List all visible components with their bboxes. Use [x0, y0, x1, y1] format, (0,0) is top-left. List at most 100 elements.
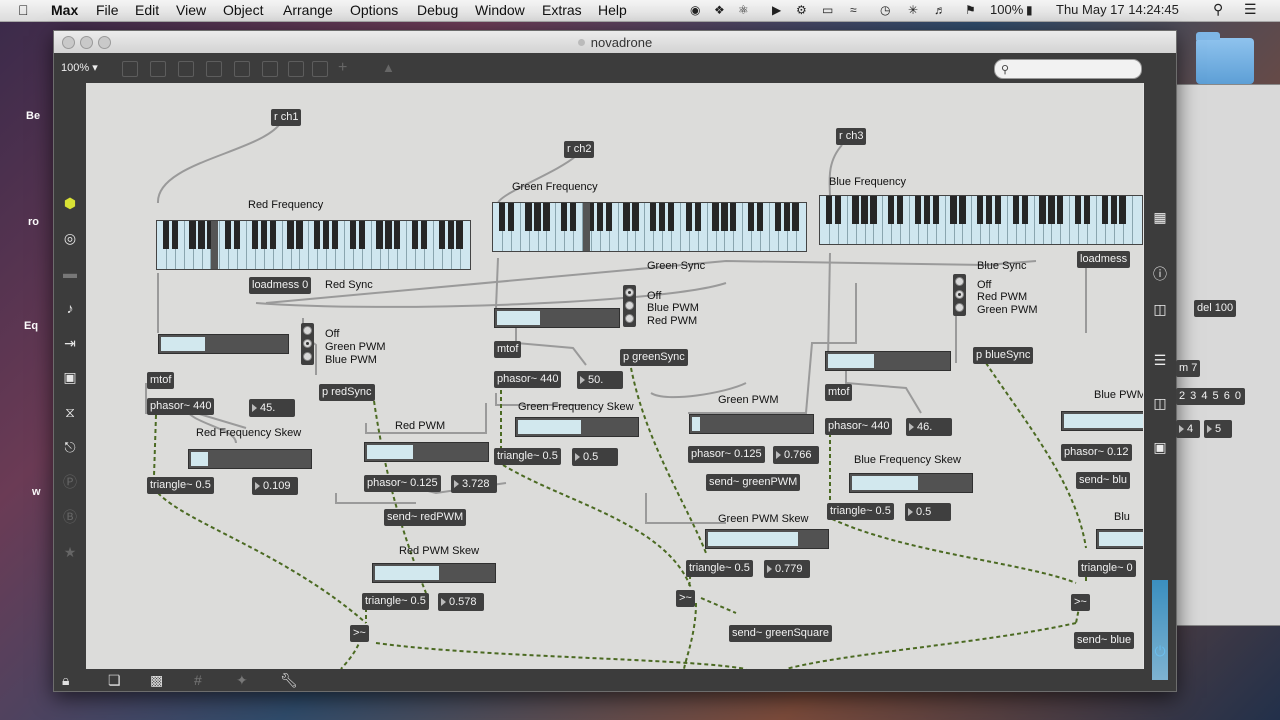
black-key[interactable]	[225, 221, 232, 249]
black-key[interactable]	[658, 203, 666, 231]
black-key[interactable]	[322, 221, 330, 249]
black-key[interactable]	[1101, 196, 1108, 224]
compare-blue[interactable]: >~	[1071, 594, 1090, 611]
black-key[interactable]	[747, 203, 755, 231]
green-frequency-slider[interactable]	[494, 308, 620, 328]
music-note-icon[interactable]: ♪	[62, 300, 78, 316]
camera-icon[interactable]: ▣	[1152, 439, 1168, 455]
black-key[interactable]	[1057, 196, 1064, 224]
black-key[interactable]	[162, 221, 169, 249]
wrench-icon[interactable]: 🔧︎	[280, 672, 298, 689]
black-key[interactable]	[543, 203, 550, 231]
black-key[interactable]	[914, 196, 921, 224]
menu-object[interactable]: Object	[223, 2, 263, 18]
phasor-green[interactable]: phasor~ 440	[494, 371, 562, 388]
wand-icon[interactable]: ✦	[236, 672, 248, 689]
number-blue-freq[interactable]: 46.	[906, 418, 952, 436]
black-key[interactable]	[959, 196, 966, 224]
black-key[interactable]	[376, 221, 383, 249]
send-redpwm[interactable]: send~ redPWM	[384, 509, 467, 526]
radio-option[interactable]	[625, 314, 634, 323]
toolbar-slider-icon[interactable]	[288, 61, 304, 77]
send-greenpwm[interactable]: send~ greenPWM	[706, 474, 801, 491]
black-key[interactable]	[411, 221, 419, 249]
compare-red[interactable]: >~	[350, 625, 369, 642]
black-key[interactable]	[712, 203, 719, 231]
black-key[interactable]	[861, 196, 868, 224]
blue-frequency-keyboard[interactable]	[819, 195, 1143, 245]
presentation-icon[interactable]: ❏	[108, 672, 121, 689]
number-green-pwm-skew[interactable]: 0.779	[764, 560, 810, 578]
triangle-green-pwm[interactable]: triangle~ 0.5	[686, 560, 753, 577]
background-window[interactable]	[1168, 84, 1280, 626]
time-machine-icon[interactable]: ◷	[880, 3, 890, 17]
black-key[interactable]	[1110, 196, 1117, 224]
black-key[interactable]	[1039, 196, 1046, 224]
bar-icon[interactable]: ▬	[62, 265, 78, 281]
black-key[interactable]	[534, 203, 541, 231]
sync-icon[interactable]: ⚛	[738, 3, 749, 17]
black-key[interactable]	[632, 203, 639, 231]
receive-ch1[interactable]: r ch1	[271, 109, 302, 126]
black-key[interactable]	[525, 203, 532, 231]
black-key[interactable]	[296, 221, 303, 249]
send-greensquare[interactable]: send~ greenSquare	[729, 625, 832, 642]
blue-frequency-skew-slider[interactable]	[849, 473, 973, 493]
black-key[interactable]	[650, 203, 657, 231]
black-key[interactable]	[1083, 196, 1091, 224]
cube-icon[interactable]: ⬢	[62, 195, 78, 211]
folder-icon[interactable]	[1196, 32, 1254, 84]
plug-icon[interactable]: ⎋	[62, 439, 78, 455]
black-key[interactable]	[394, 221, 401, 249]
receive-ch3[interactable]: r ch3	[836, 128, 867, 145]
black-key[interactable]	[251, 221, 258, 249]
menu-options[interactable]: Options	[350, 2, 398, 18]
green-frequency-skew-slider[interactable]	[515, 417, 639, 437]
triangle-green[interactable]: triangle~ 0.5	[494, 448, 561, 465]
radio-option[interactable]	[955, 303, 964, 312]
green-pwm-skew-slider[interactable]	[705, 529, 829, 549]
toolbar-lock-icon[interactable]	[122, 61, 138, 77]
menu-view[interactable]: View	[176, 2, 206, 18]
black-key[interactable]	[498, 203, 505, 231]
toolbar-button-icon[interactable]	[206, 61, 222, 77]
black-key[interactable]	[358, 221, 365, 249]
green-pwm-slider[interactable]	[689, 414, 814, 434]
target-icon[interactable]: ◎	[62, 230, 78, 246]
red-frequency-keyboard[interactable]	[156, 220, 471, 270]
wifi-icon[interactable]: ≈	[850, 3, 857, 17]
black-key[interactable]	[189, 221, 196, 249]
radio-option[interactable]	[955, 290, 964, 299]
m7-object[interactable]: m 7	[1176, 360, 1201, 377]
title-bar[interactable]: novadrone	[54, 31, 1176, 54]
book-icon[interactable]: ◫	[1152, 395, 1168, 411]
play-icon[interactable]: ▶	[772, 3, 781, 17]
black-key[interactable]	[994, 196, 1002, 224]
toolbar-new-object-icon[interactable]	[150, 61, 166, 77]
black-key[interactable]	[314, 221, 321, 249]
number-red-freq[interactable]: 45.	[249, 399, 295, 417]
spotlight-search-icon[interactable]: ⚲	[1213, 1, 1223, 18]
mtof-green[interactable]: mtof	[494, 341, 522, 358]
p-greensync[interactable]: p greenSync	[620, 349, 688, 366]
black-key[interactable]	[756, 203, 764, 231]
mtof-red[interactable]: mtof	[147, 372, 175, 389]
triangle-red[interactable]: triangle~ 0.5	[147, 477, 214, 494]
black-key[interactable]	[447, 221, 454, 249]
black-key[interactable]	[694, 203, 701, 231]
black-key[interactable]	[932, 196, 939, 224]
number-right-1[interactable]: 4	[1176, 420, 1200, 438]
p-icon[interactable]: Ⓟ	[62, 474, 78, 490]
blue-pwm-slider[interactable]	[1061, 411, 1143, 431]
zoom-level[interactable]: 100% ▾	[61, 61, 98, 74]
black-key[interactable]	[852, 196, 859, 224]
del-object[interactable]: del 100	[1194, 300, 1237, 317]
black-key[interactable]	[950, 196, 957, 224]
menu-app[interactable]: Max	[51, 2, 78, 18]
black-key[interactable]	[1048, 196, 1055, 224]
black-key[interactable]	[1074, 196, 1082, 224]
black-key[interactable]	[456, 221, 463, 249]
number-right-2[interactable]: 5	[1204, 420, 1232, 438]
clock[interactable]: Thu May 17 14:24:45	[1056, 2, 1179, 17]
selected-key[interactable]	[583, 203, 590, 251]
